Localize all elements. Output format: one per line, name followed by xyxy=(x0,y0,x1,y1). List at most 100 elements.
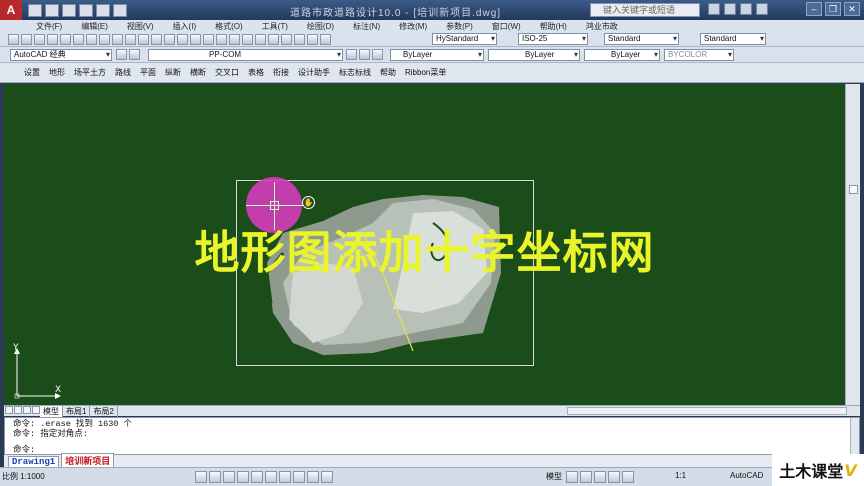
linetype-select[interactable]: ByLayer xyxy=(488,49,580,61)
snap-toggle-icon[interactable] xyxy=(195,471,207,483)
properties-icon[interactable] xyxy=(242,34,253,45)
print-icon[interactable] xyxy=(113,3,127,17)
model-space-button[interactable]: 模型 xyxy=(546,471,562,482)
zoom-icon[interactable] xyxy=(594,471,606,483)
plugin-menu-item[interactable]: 平面 xyxy=(140,67,156,78)
menu-item[interactable]: 参数(P) xyxy=(446,21,473,32)
plugin-menu-item[interactable]: 设置 xyxy=(24,67,40,78)
save-icon[interactable] xyxy=(62,3,76,17)
make-current-icon[interactable] xyxy=(346,49,357,60)
design-center-icon[interactable] xyxy=(255,34,266,45)
autocad-logo-icon[interactable]: A xyxy=(0,0,22,20)
new-icon[interactable] xyxy=(28,3,42,17)
osnap-toggle-icon[interactable] xyxy=(251,471,263,483)
open-icon[interactable] xyxy=(45,3,59,17)
publish-icon[interactable] xyxy=(73,34,84,45)
plugin-menu-item[interactable]: 交叉口 xyxy=(215,67,239,78)
scrollbar-thumb[interactable] xyxy=(849,185,858,194)
first-tab-icon[interactable] xyxy=(5,406,13,414)
menu-item[interactable]: 编辑(E) xyxy=(81,21,108,32)
menu-item[interactable]: 工具(T) xyxy=(262,21,288,32)
ducs-toggle-icon[interactable] xyxy=(279,471,291,483)
plugin-menu-item[interactable]: 表格 xyxy=(248,67,264,78)
doc-tab-project[interactable]: 培训新项目 xyxy=(61,453,115,467)
menu-item[interactable]: 视图(V) xyxy=(127,21,154,32)
menu-item[interactable]: 格式(O) xyxy=(215,21,243,32)
polar-toggle-icon[interactable] xyxy=(237,471,249,483)
block-editor-icon[interactable] xyxy=(151,34,162,45)
menu-item[interactable]: 插入(I) xyxy=(173,21,197,32)
plugin-menu-item[interactable]: 纵断 xyxy=(165,67,181,78)
plugin-menu-item[interactable]: 标志标线 xyxy=(339,67,371,78)
star-icon[interactable] xyxy=(740,3,752,15)
dim-style-select[interactable]: ISO-25 xyxy=(518,33,588,45)
undo-icon[interactable] xyxy=(164,34,175,45)
command-scrollbar[interactable] xyxy=(850,418,859,454)
tool-palettes-icon[interactable] xyxy=(268,34,279,45)
otrack-toggle-icon[interactable] xyxy=(265,471,277,483)
undo-icon[interactable] xyxy=(79,3,93,17)
redo-icon[interactable] xyxy=(96,3,110,17)
menu-item[interactable]: 文件(F) xyxy=(36,21,62,32)
menu-item[interactable]: 标注(N) xyxy=(353,21,380,32)
dyn-toggle-icon[interactable] xyxy=(293,471,305,483)
workspace-switch[interactable]: AutoCAD xyxy=(730,471,763,480)
help-icon[interactable] xyxy=(320,34,331,45)
save-icon[interactable] xyxy=(34,34,45,45)
horizontal-scrollbar[interactable] xyxy=(567,407,847,415)
pan-icon[interactable] xyxy=(580,471,592,483)
annotation-scale[interactable]: 1:1 xyxy=(675,471,686,480)
zoom-window-icon[interactable] xyxy=(216,34,227,45)
pan-icon[interactable] xyxy=(190,34,201,45)
menu-item[interactable]: 绘图(D) xyxy=(307,21,334,32)
markup-icon[interactable] xyxy=(294,34,305,45)
next-tab-icon[interactable] xyxy=(23,406,31,414)
plugin-menu-item[interactable]: 衔接 xyxy=(273,67,289,78)
match-properties-icon[interactable] xyxy=(138,34,149,45)
ortho-toggle-icon[interactable] xyxy=(223,471,235,483)
close-button[interactable]: ✕ xyxy=(844,2,860,16)
color-select[interactable]: ByLayer xyxy=(390,49,484,61)
plotstyle-select[interactable]: BYCOLOR xyxy=(664,49,734,61)
quickcalc-icon[interactable] xyxy=(307,34,318,45)
gear-icon[interactable] xyxy=(116,49,127,60)
plugin-menu-item[interactable]: 路线 xyxy=(115,67,131,78)
command-window[interactable]: 命令: .erase 找到 1630 个 命令: 指定对角点: 命令: xyxy=(4,417,860,455)
plugin-menu-item[interactable]: Ribbon菜单 xyxy=(405,67,446,78)
plugin-menu-item[interactable]: 地形 xyxy=(49,67,65,78)
vertical-scrollbar[interactable] xyxy=(845,84,860,405)
layout-icon[interactable] xyxy=(566,471,578,483)
layer-select[interactable]: PP-COM xyxy=(148,49,343,61)
new-icon[interactable] xyxy=(8,34,19,45)
preview-icon[interactable] xyxy=(60,34,71,45)
tab-model[interactable]: 模型 xyxy=(40,405,63,417)
print-icon[interactable] xyxy=(47,34,58,45)
sheet-set-icon[interactable] xyxy=(281,34,292,45)
grid-toggle-icon[interactable] xyxy=(209,471,221,483)
tab-layout2[interactable]: 布局2 xyxy=(90,405,118,417)
binoculars-icon[interactable] xyxy=(708,3,720,15)
menu-item[interactable]: 窗口(W) xyxy=(492,21,521,32)
paste-icon[interactable] xyxy=(125,34,136,45)
table-style-select[interactable]: Standard xyxy=(604,33,679,45)
showmotion-icon[interactable] xyxy=(622,471,634,483)
plugin-menu-item[interactable]: 场平土方 xyxy=(74,67,106,78)
open-icon[interactable] xyxy=(21,34,32,45)
search-input[interactable]: 键入关键字或短语 xyxy=(590,3,700,17)
workspace-select[interactable]: AutoCAD 经典 xyxy=(10,49,112,61)
doc-tab-drawing1[interactable]: Drawing1 xyxy=(8,456,60,467)
layer-state-icon[interactable] xyxy=(372,49,383,60)
steering-wheel-icon[interactable] xyxy=(608,471,620,483)
multileader-style-select[interactable]: Standard xyxy=(700,33,766,45)
layer-previous-icon[interactable] xyxy=(359,49,370,60)
minimize-button[interactable]: – xyxy=(806,2,822,16)
plugin-menu-item[interactable]: 帮助 xyxy=(380,67,396,78)
communication-icon[interactable] xyxy=(724,3,736,15)
redo-icon[interactable] xyxy=(177,34,188,45)
prev-tab-icon[interactable] xyxy=(14,406,22,414)
zoom-realtime-icon[interactable] xyxy=(203,34,214,45)
restore-button[interactable]: ❐ xyxy=(825,2,841,16)
tab-layout1[interactable]: 布局1 xyxy=(63,405,91,417)
text-style-select[interactable]: HyStandard xyxy=(432,33,497,45)
menu-item[interactable]: 帮助(H) xyxy=(540,21,567,32)
